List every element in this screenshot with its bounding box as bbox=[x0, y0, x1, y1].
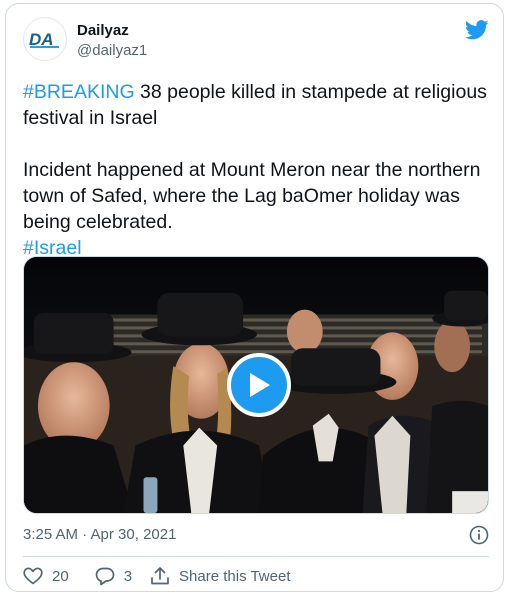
tweet-text: #BREAKING 38 people killed in stampede a… bbox=[23, 79, 489, 261]
reply-count: 3 bbox=[123, 567, 133, 585]
tweet-meta: 3:25 AM · Apr 30, 2021 bbox=[23, 525, 489, 545]
twitter-bird-icon[interactable] bbox=[465, 20, 489, 40]
video-player[interactable] bbox=[23, 256, 489, 514]
tweet-header: DA Dailyaz @dailyaz1 bbox=[23, 17, 489, 65]
share-button[interactable]: Share this Tweet bbox=[150, 566, 290, 586]
dailyaz-logo: DA bbox=[29, 30, 59, 49]
display-name[interactable]: Dailyaz bbox=[77, 22, 129, 40]
share-label: Share this Tweet bbox=[179, 567, 291, 585]
tweet-actions: 20 3 Share this Tweet bbox=[23, 564, 489, 588]
play-icon bbox=[250, 373, 270, 397]
like-count: 20 bbox=[52, 567, 69, 585]
user-handle[interactable]: @dailyaz1 bbox=[77, 42, 147, 60]
hashtag-breaking[interactable]: #BREAKING bbox=[23, 81, 135, 103]
tweet-headline: #BREAKING 38 people killed in stampede a… bbox=[23, 79, 489, 131]
info-icon[interactable] bbox=[469, 525, 489, 545]
play-button[interactable] bbox=[227, 353, 291, 417]
reply-icon bbox=[95, 567, 115, 585]
divider bbox=[23, 556, 489, 557]
tweet-card: DA Dailyaz @dailyaz1 #BREAKING 38 people… bbox=[5, 3, 504, 592]
share-icon bbox=[151, 567, 169, 585]
timestamp[interactable]: 3:25 AM · Apr 30, 2021 bbox=[23, 526, 176, 543]
reply-button[interactable]: 3 bbox=[95, 567, 132, 586]
avatar[interactable]: DA bbox=[23, 17, 67, 61]
tweet-body: Incident happened at Mount Meron near th… bbox=[23, 159, 481, 233]
like-button[interactable]: 20 bbox=[23, 567, 69, 585]
heart-icon bbox=[23, 567, 43, 585]
